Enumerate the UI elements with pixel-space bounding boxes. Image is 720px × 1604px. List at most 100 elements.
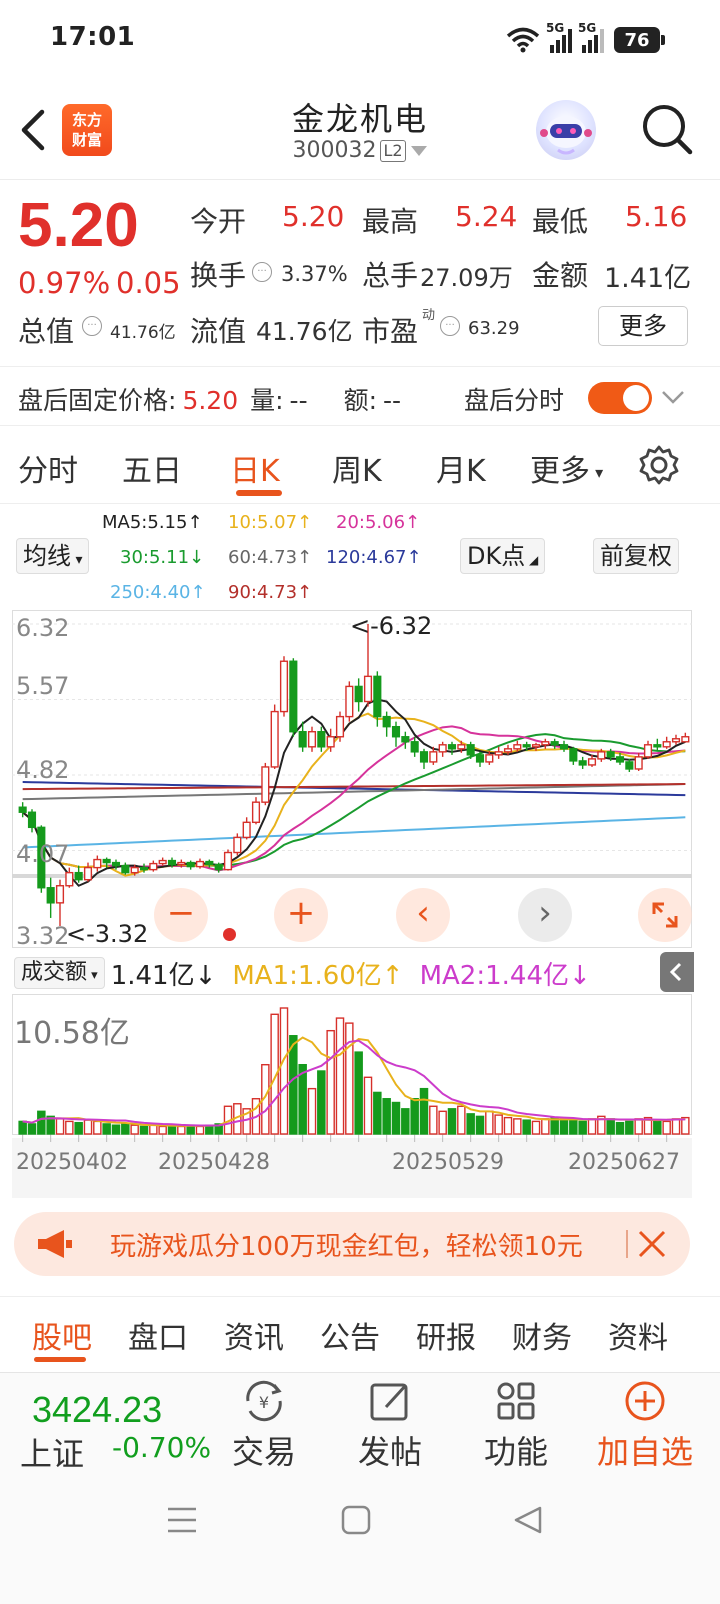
active-tab-indicator [34, 1357, 86, 1362]
zoom-in-button[interactable]: + [274, 888, 328, 942]
volume-ma2-line [22, 1039, 686, 1127]
tab-weekly-k[interactable]: 周K [332, 446, 382, 490]
info-icon[interactable]: ··· [440, 316, 460, 336]
event-marker-dot[interactable] [223, 928, 236, 941]
tab-five-day[interactable]: 五日 [122, 446, 182, 490]
ma250-line [22, 816, 686, 849]
ai-assistant-avatar[interactable] [536, 100, 596, 160]
close-icon[interactable] [636, 1228, 668, 1260]
adjust-button[interactable]: 前复权 [593, 538, 679, 574]
candle [578, 756, 587, 769]
candle [662, 736, 671, 749]
volume-bar [606, 1118, 615, 1135]
market-cap-label: 总值 [18, 315, 75, 348]
volume-scale-label: 10.58亿 [14, 1016, 130, 1051]
search-icon[interactable] [638, 100, 698, 160]
low-value: 5.16 [625, 200, 688, 233]
add-watchlist-button[interactable]: 加自选 [580, 1373, 710, 1473]
info-icon[interactable]: ··· [82, 316, 102, 336]
indicator-select[interactable]: 均线 ▾ [16, 538, 90, 574]
tab-monthly-k[interactable]: 月K [436, 446, 486, 490]
volume-bar [93, 1120, 102, 1135]
tab-forum[interactable]: 股吧 [32, 1313, 92, 1357]
candle [559, 740, 569, 752]
volume-ma2: MA2:1.44亿↓ [419, 960, 591, 991]
signal-1-icon: 5G [546, 21, 572, 53]
functions-label: 功能 [483, 1433, 548, 1471]
candle [447, 741, 457, 755]
collapse-panel-button[interactable] [660, 952, 694, 992]
ma60-value: 60:4.73↑ [228, 547, 313, 568]
trade-icon: ¥ [246, 1380, 282, 1422]
volume-bar [83, 1119, 93, 1135]
volume-bar [121, 1123, 130, 1135]
robot-icon [540, 116, 592, 155]
volume-bar [37, 1110, 46, 1135]
tab-profile[interactable]: 资料 [608, 1313, 668, 1357]
volume-bar [391, 1101, 401, 1135]
kline-chart[interactable] [12, 610, 692, 948]
amount-value: 1.41亿 [604, 263, 692, 294]
scroll-left-button[interactable]: ‹ [396, 888, 450, 942]
candle [242, 817, 251, 840]
change-amount: 0.05 [116, 266, 181, 300]
low-label: 最低 [532, 205, 589, 238]
volume-bar [522, 1119, 531, 1135]
add-circle-icon [625, 1381, 665, 1421]
index-ticker[interactable]: 3424.23 上证 -0.70% [0, 1373, 212, 1473]
current-price: 5.20 [18, 191, 139, 260]
post-button[interactable]: 发帖 [330, 1373, 450, 1473]
grid-icon [497, 1382, 535, 1420]
volume-indicator-select[interactable]: 成交额 ▾ [14, 957, 105, 989]
tab-intraday[interactable]: 分时 [18, 446, 78, 490]
volume-bar [671, 1118, 681, 1135]
pe-label: 市盈 [362, 315, 419, 348]
dk-point-button[interactable]: DK点 ◢ [460, 538, 546, 574]
market-cap-value: 41.76亿 [110, 323, 176, 343]
stock-code-row[interactable]: 300032 L2 [0, 138, 720, 163]
volume-bar [569, 1119, 578, 1135]
chart-frame [12, 610, 692, 948]
tab-announcements[interactable]: 公告 [320, 1313, 380, 1357]
ma90-value: 90:4.73↑ [228, 582, 313, 603]
more-button[interactable]: 更多 [598, 306, 688, 346]
battery-icon: 76 [614, 27, 665, 53]
turnover-value: 3.37% [281, 262, 348, 286]
open-value: 5.20 [282, 200, 345, 233]
info-icon[interactable]: ··· [252, 262, 272, 282]
ma10-value: 10:5.07↑ [228, 512, 313, 533]
y-tick-label: 4.07 [16, 840, 70, 868]
ma120-value: 120:4.67↑ [326, 547, 422, 568]
tab-financials[interactable]: 财务 [512, 1313, 572, 1357]
volume-ma1: MA1:1.60亿↑ [232, 960, 404, 991]
tab-more[interactable]: 更多 ▾ [530, 446, 603, 490]
scroll-right-button[interactable]: › [518, 888, 572, 942]
tab-daily-k[interactable]: 日K [230, 446, 280, 490]
status-icons: 5G 5G 76 [506, 21, 665, 58]
tab-research[interactable]: 研报 [416, 1313, 476, 1357]
stock-name: 金龙机电 [291, 100, 428, 138]
functions-button[interactable]: 功能 [456, 1373, 576, 1473]
home-icon[interactable] [340, 1504, 372, 1536]
candle [317, 726, 326, 752]
chevron-down-icon[interactable] [660, 387, 686, 407]
promo-banner[interactable]: 玩游戏瓜分100万现金红包，轻松领10元 [14, 1212, 690, 1276]
volume-label: 总手 [362, 259, 419, 292]
tab-news[interactable]: 资讯 [224, 1313, 284, 1357]
trade-button[interactable]: ¥ 交易 [204, 1373, 324, 1473]
tab-order-book[interactable]: 盘口 [128, 1313, 188, 1357]
volume-bar [111, 1124, 121, 1135]
back-nav-icon[interactable] [512, 1504, 544, 1536]
zoom-out-button[interactable]: − [154, 888, 208, 942]
menu-icon[interactable] [166, 1504, 198, 1536]
high-value: 5.24 [455, 200, 518, 233]
fullscreen-button[interactable] [638, 888, 692, 942]
settings-gear-icon[interactable] [638, 444, 680, 486]
promo-text: 玩游戏瓜分100万现金红包，轻松领10元 [110, 1232, 583, 1262]
after-hours-toggle[interactable] [588, 382, 652, 414]
volume-bar [475, 1115, 485, 1135]
candle [279, 656, 289, 717]
index-change: -0.70% [112, 1431, 212, 1464]
ma20-line [22, 725, 686, 872]
volume-bar [541, 1118, 550, 1135]
